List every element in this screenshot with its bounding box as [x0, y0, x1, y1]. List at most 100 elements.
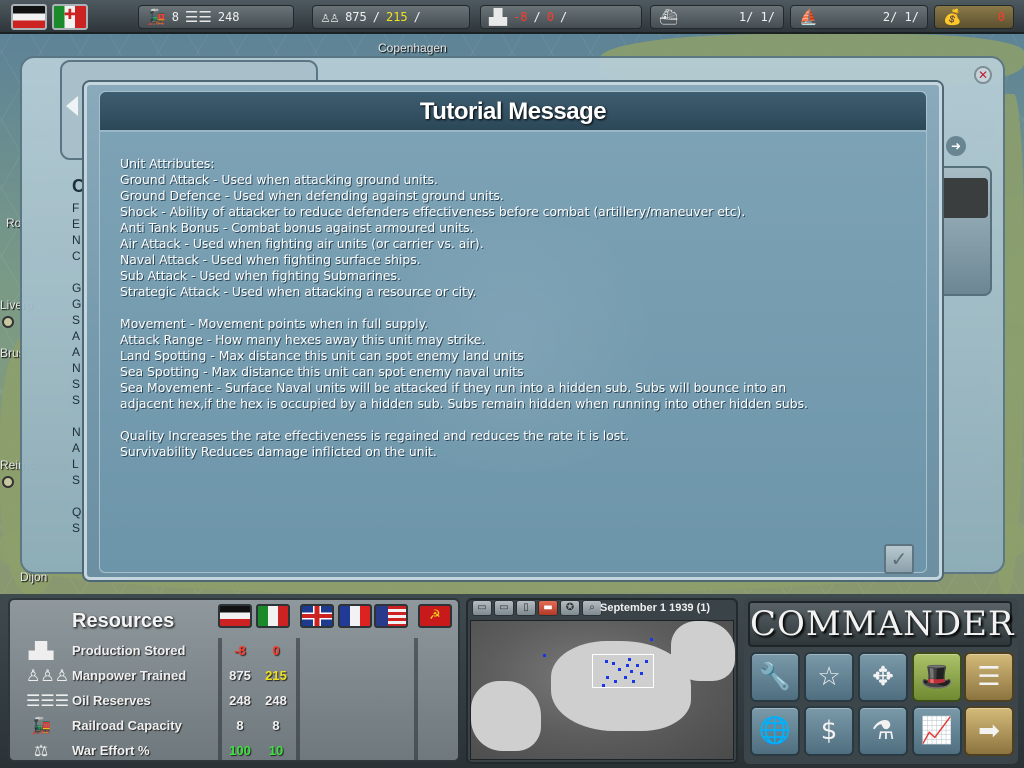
stat-ships-count: 1/ 1/: [739, 10, 775, 24]
stat-ships: ⛴ 1/ 1/: [650, 5, 784, 29]
resource-value-italy: 8: [272, 717, 280, 733]
minimap-tab-tanks[interactable]: ▬: [538, 600, 558, 616]
close-icon[interactable]: ✕: [974, 66, 992, 84]
tutorial-line: Attack Range - How many hexes away this …: [120, 332, 486, 347]
stat-manpower-current: 875: [345, 10, 367, 24]
tutorial-title-bar: Tutorial Message: [100, 92, 926, 132]
globe-button[interactable]: 🌐: [750, 706, 800, 756]
previous-arrow-icon[interactable]: [66, 96, 78, 116]
resource-value-germany: -8: [234, 642, 246, 658]
resource-row: ▟▙ Production Stored -8 0: [10, 638, 300, 662]
stat-production-added: 0: [546, 10, 554, 24]
subs-value: 2: [882, 10, 891, 24]
minimap-tab-terrain[interactable]: ▭: [472, 600, 492, 616]
stat-manpower-added: 215: [385, 10, 408, 24]
tutorial-line: Sea Spotting - Max distance this unit ca…: [120, 364, 524, 379]
column-divider: [414, 638, 418, 760]
tutorial-line: Anti Tank Bonus - Combat bonus against a…: [120, 220, 474, 235]
tutorial-dialog-body: Tutorial Message Unit Attributes: Ground …: [99, 91, 927, 574]
tutorial-line: [120, 300, 920, 316]
report-button[interactable]: ☰: [964, 652, 1014, 702]
minimap-tab-land[interactable]: ▭: [494, 600, 514, 616]
stat-subs: ⛵ 2/ 1/: [790, 5, 928, 29]
tutorial-line: Ground Defence - Used when defending aga…: [120, 188, 504, 203]
resource-value-italy: 248: [265, 692, 287, 708]
factory-icon: ▟▙: [489, 8, 508, 26]
research-button[interactable]: ⚗: [858, 706, 908, 756]
minimap-unit-marker: [624, 676, 627, 679]
minimap-unit-marker: [543, 654, 546, 657]
ships-value: 1: [738, 10, 747, 24]
separator: /: [413, 10, 421, 24]
minimap-unit-marker: [612, 662, 615, 665]
manpower-icon: ♙♙♙: [26, 665, 70, 685]
minimap-unit-marker: [636, 664, 639, 667]
column-divider: [218, 638, 222, 760]
resources-title: Resources: [72, 610, 175, 632]
game-date: September 1 1939 (1): [600, 602, 711, 614]
germany-flag-button[interactable]: [11, 4, 47, 30]
purchase-button[interactable]: $: [804, 706, 854, 756]
separator: /: [559, 10, 568, 24]
ussr-flag-button[interactable]: ☭: [418, 604, 452, 628]
train-icon: 🚂: [147, 8, 166, 26]
usa-flag-button[interactable]: [374, 604, 408, 628]
city-marker[interactable]: [2, 316, 14, 328]
minimap-unit-marker: [632, 680, 635, 683]
tutorial-line: Survivability Reduces damage inflicted o…: [120, 444, 437, 459]
minimap-unit-marker: [640, 672, 643, 675]
diplomacy-button[interactable]: 🎩: [912, 652, 962, 702]
city-marker[interactable]: [2, 476, 14, 488]
resource-label: Railroad Capacity: [72, 717, 182, 733]
factory-icon: ▟▙: [28, 640, 54, 660]
tutorial-text: Unit Attributes: Ground Attack - Used whe…: [120, 156, 920, 460]
germany-flag-button[interactable]: [218, 604, 252, 628]
minimap-unit-marker: [626, 664, 629, 667]
separator: /: [890, 10, 898, 24]
move-button[interactable]: ✥: [858, 652, 908, 702]
separator: /: [372, 10, 380, 24]
resource-row: ☰☰☰ Oil Reserves 248 248: [10, 688, 300, 712]
resource-value-germany: 248: [229, 692, 251, 708]
minimap-tab-zoom[interactable]: ⌕: [582, 600, 602, 616]
tutorial-line: [120, 412, 920, 428]
stat-rail-oil: 🚂 8 ☰☰ 248: [138, 5, 294, 29]
resource-value-italy: 215: [265, 667, 287, 683]
italy-flag-button[interactable]: [256, 604, 290, 628]
italy-flag-button[interactable]: [52, 4, 88, 30]
uk-flag-button[interactable]: [300, 604, 334, 628]
tutorial-line: Sub Attack - Used when fighting Submarin…: [120, 268, 401, 283]
minimap-unit-marker: [614, 680, 617, 683]
resource-row: ⚖ War Effort % 100 10: [10, 738, 300, 762]
confirm-checkbox-button[interactable]: ✓: [884, 544, 914, 574]
commander-logo: COMMANDER: [748, 601, 1014, 647]
top-bar: 🚂 8 ☰☰ 248 ♙♙ 875 / 215 / ▟▙ -8 / 0 / ⛴ …: [0, 0, 1024, 34]
resource-row: ♙♙♙ Manpower Trained 875 215: [10, 663, 300, 687]
resource-value-italy: 10: [268, 742, 284, 758]
promote-button[interactable]: ☆: [804, 652, 854, 702]
manpower-icon: ♙♙: [321, 8, 340, 26]
minimap-tab-medal[interactable]: ✪: [560, 600, 580, 616]
france-flag-button[interactable]: [338, 604, 372, 628]
minimap[interactable]: [470, 620, 735, 760]
stat-oil: 248: [217, 10, 240, 24]
tutorial-line: Naval Attack - Used when fighting surfac…: [120, 252, 421, 267]
minimap-unit-marker: [645, 660, 648, 663]
next-arrow-icon[interactable]: ➜: [946, 136, 966, 156]
minimap-tab-units[interactable]: ▯: [516, 600, 536, 616]
gold-icon: 💰: [943, 8, 962, 26]
minimap-unit-marker: [628, 658, 631, 661]
repair-button[interactable]: 🔧: [750, 652, 800, 702]
minimap-unit-marker: [602, 684, 605, 687]
tutorial-line: Land Spotting - Max distance this unit c…: [120, 348, 524, 363]
train-icon: 🚂: [31, 715, 51, 735]
resource-label: Manpower Trained: [72, 667, 187, 683]
chart-button[interactable]: 📈: [912, 706, 962, 756]
stat-production-current: -8: [513, 10, 528, 24]
resource-value-germany: 8: [236, 717, 244, 733]
minimap-unit-marker: [630, 670, 633, 673]
tutorial-line: Ground Attack - Used when attacking grou…: [120, 172, 438, 187]
end-turn-button[interactable]: ➡: [964, 706, 1014, 756]
resource-value-germany: 100: [229, 742, 251, 758]
tutorial-line: adjacent hex,if the hex is occupied by a…: [120, 396, 808, 411]
